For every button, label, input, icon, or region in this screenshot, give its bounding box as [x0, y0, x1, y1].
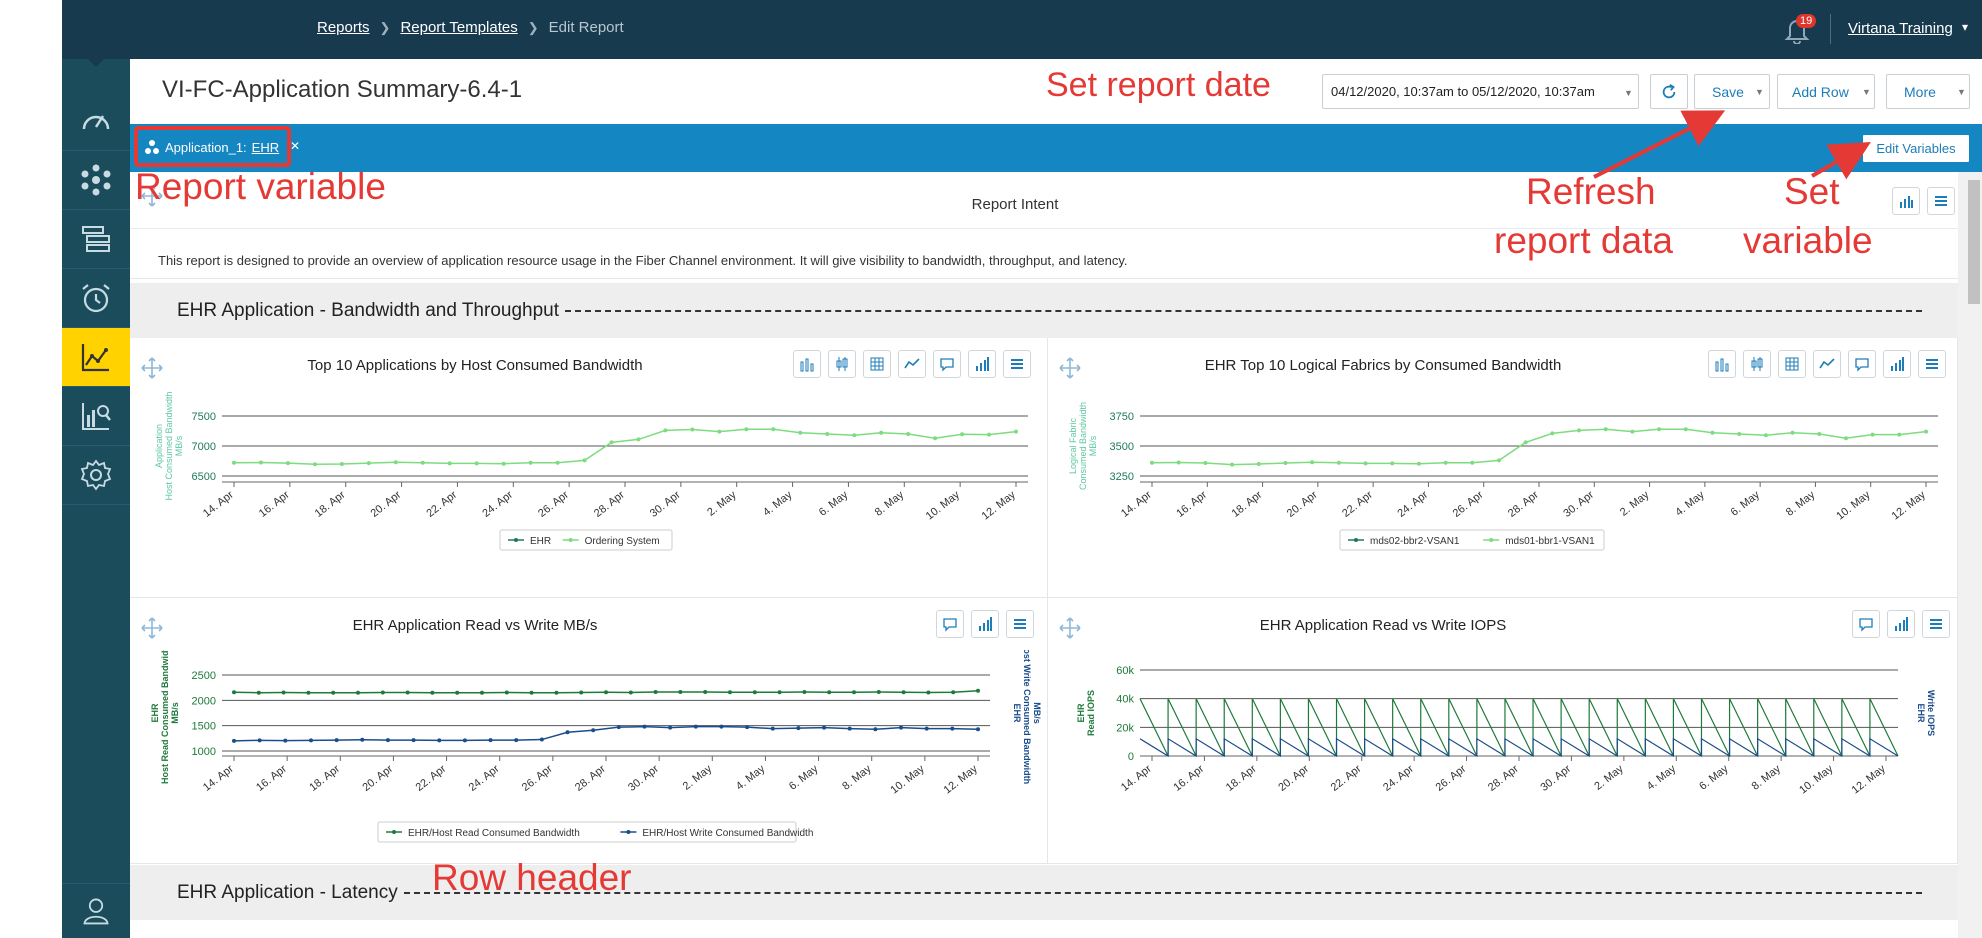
app: Reports ❯ Report Templates ❯ Edit Report…: [0, 0, 1982, 938]
annotation-arrows: [1593, 110, 1871, 180]
